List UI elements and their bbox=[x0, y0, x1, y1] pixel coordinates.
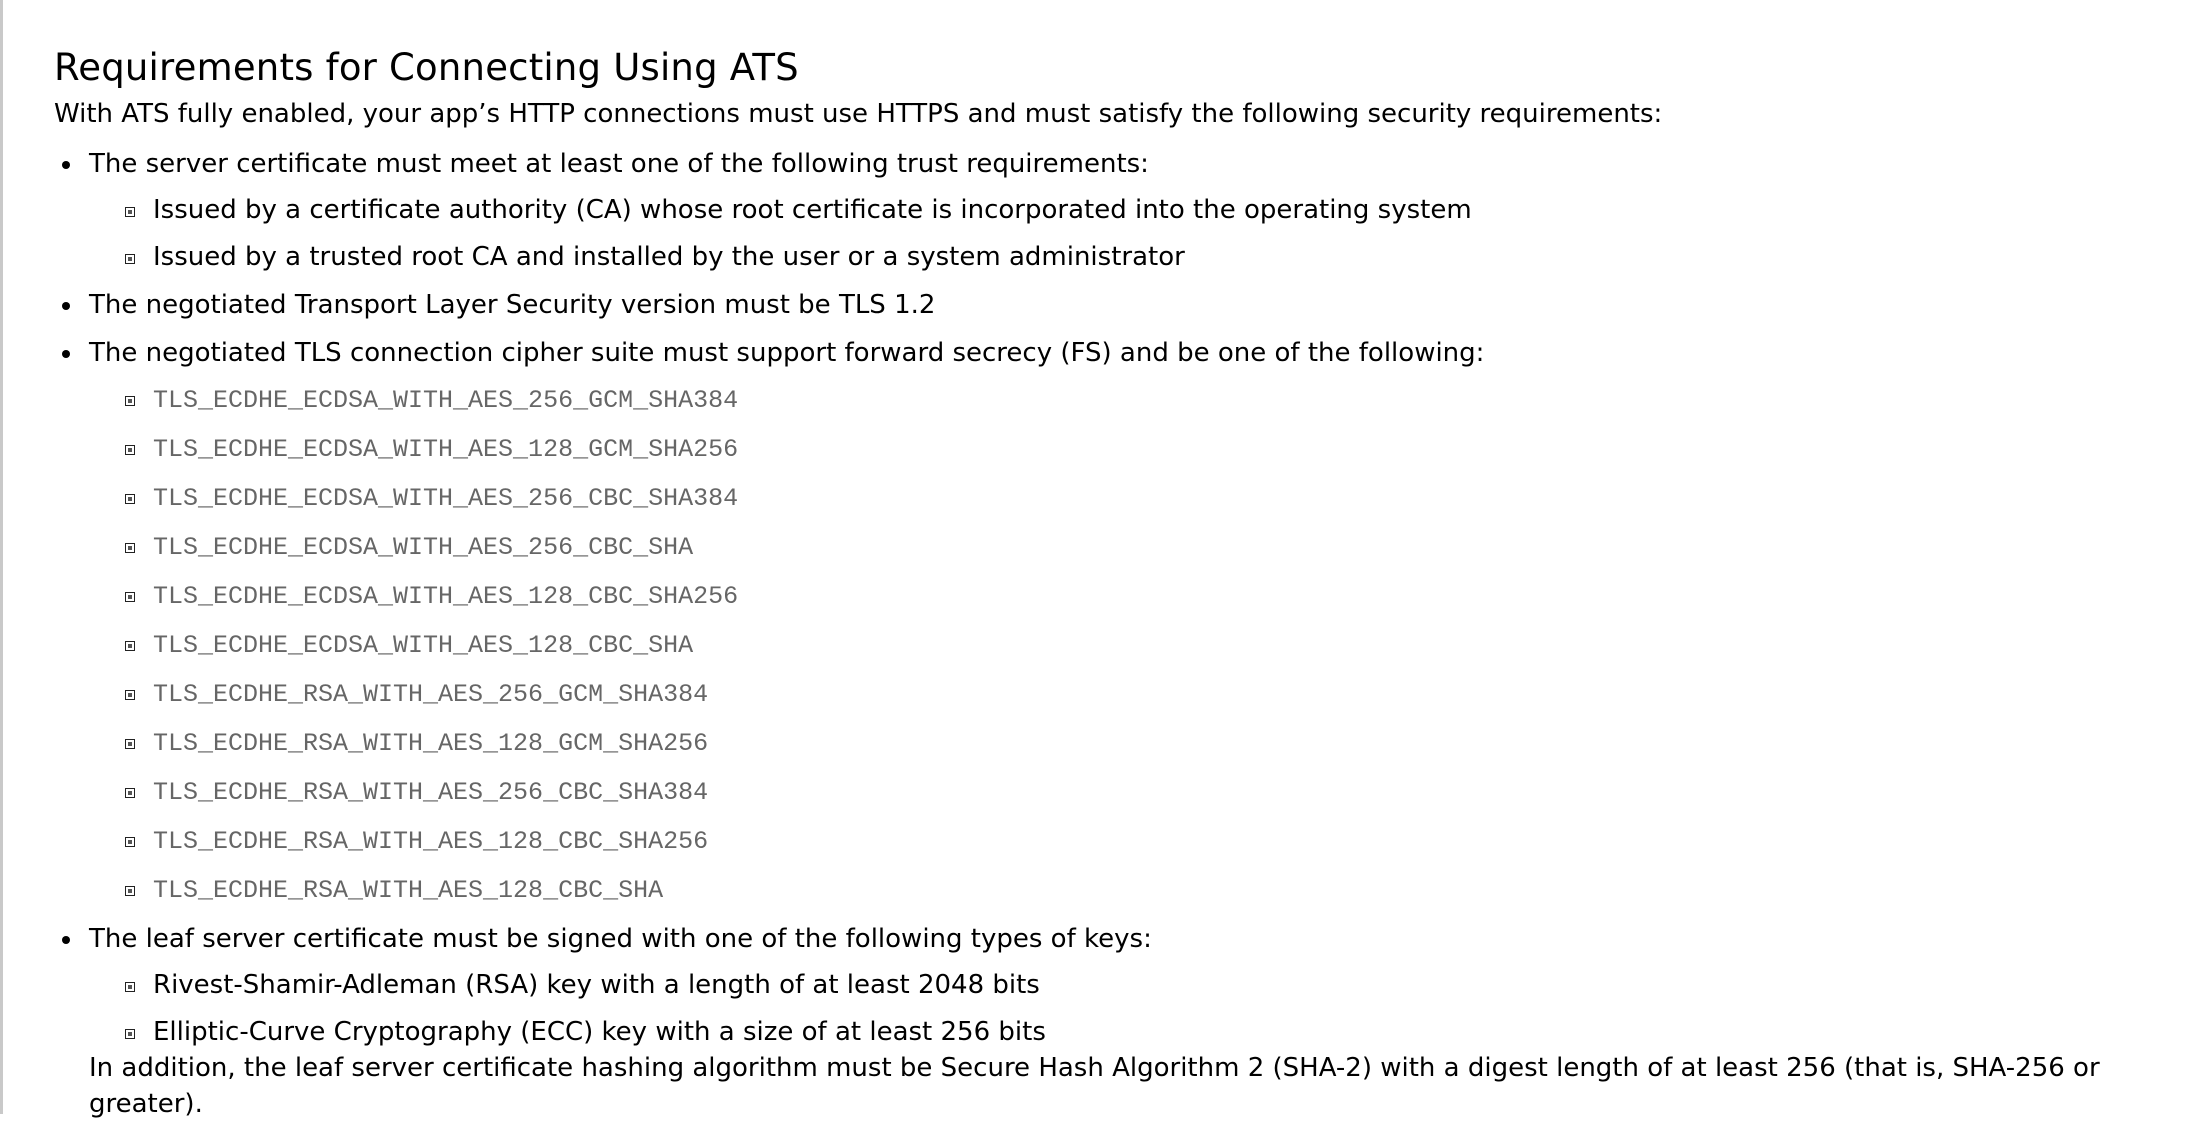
requirement-text: The negotiated TLS connection cipher sui… bbox=[89, 338, 1485, 368]
requirement-cipher-suite: The negotiated TLS connection cipher sui… bbox=[54, 335, 2174, 909]
requirement-text: The negotiated Transport Layer Security … bbox=[89, 290, 936, 320]
list-item-text: Rivest-Shamir-Adleman (RSA) key with a l… bbox=[153, 970, 1040, 1000]
square-bullet-icon bbox=[125, 788, 135, 798]
key-types-list: Rivest-Shamir-Adleman (RSA) key with a l… bbox=[89, 967, 2174, 1050]
requirement-trust: The server certificate must meet at leas… bbox=[54, 146, 2174, 275]
bullet-icon bbox=[62, 302, 70, 310]
cipher-suite-name: TLS_ECDHE_ECDSA_WITH_AES_256_CBC_SHA384 bbox=[153, 484, 739, 513]
cipher-suite-item: TLS_ECDHE_ECDSA_WITH_AES_256_CBC_SHA bbox=[89, 528, 2174, 566]
square-bullet-icon bbox=[125, 445, 135, 455]
square-bullet-icon bbox=[125, 1029, 135, 1039]
square-bullet-icon bbox=[125, 690, 135, 700]
cipher-suite-item: TLS_ECDHE_ECDSA_WITH_AES_128_CBC_SHA bbox=[89, 626, 2174, 664]
cipher-suite-item: TLS_ECDHE_ECDSA_WITH_AES_128_GCM_SHA256 bbox=[89, 430, 2174, 468]
list-item: Rivest-Shamir-Adleman (RSA) key with a l… bbox=[89, 967, 2174, 1003]
cipher-suite-item: TLS_ECDHE_RSA_WITH_AES_256_GCM_SHA384 bbox=[89, 675, 2174, 713]
requirement-tls-version: The negotiated Transport Layer Security … bbox=[54, 287, 2174, 323]
requirements-list: The server certificate must meet at leas… bbox=[54, 146, 2174, 1122]
cipher-suite-name: TLS_ECDHE_ECDSA_WITH_AES_256_GCM_SHA384 bbox=[153, 386, 739, 415]
hash-algorithm-note: In addition, the leaf server certificate… bbox=[89, 1053, 2100, 1119]
cipher-suite-name: TLS_ECDHE_RSA_WITH_AES_256_CBC_SHA384 bbox=[153, 778, 709, 807]
square-bullet-icon bbox=[125, 254, 135, 264]
cipher-suite-item: TLS_ECDHE_ECDSA_WITH_AES_256_CBC_SHA384 bbox=[89, 479, 2174, 517]
cipher-suite-item: TLS_ECDHE_RSA_WITH_AES_128_GCM_SHA256 bbox=[89, 724, 2174, 762]
cipher-suite-item: TLS_ECDHE_ECDSA_WITH_AES_128_CBC_SHA256 bbox=[89, 577, 2174, 615]
cipher-suite-name: TLS_ECDHE_ECDSA_WITH_AES_128_CBC_SHA bbox=[153, 631, 694, 660]
cipher-suite-name: TLS_ECDHE_RSA_WITH_AES_128_CBC_SHA bbox=[153, 876, 664, 905]
cipher-suite-name: TLS_ECDHE_RSA_WITH_AES_128_CBC_SHA256 bbox=[153, 827, 709, 856]
cipher-suite-item: TLS_ECDHE_ECDSA_WITH_AES_256_GCM_SHA384 bbox=[89, 381, 2174, 419]
cipher-suite-item: TLS_ECDHE_RSA_WITH_AES_128_CBC_SHA bbox=[89, 871, 2174, 909]
square-bullet-icon bbox=[125, 207, 135, 217]
cipher-suite-list: TLS_ECDHE_ECDSA_WITH_AES_256_GCM_SHA384 … bbox=[89, 381, 2174, 909]
square-bullet-icon bbox=[125, 886, 135, 896]
left-border bbox=[0, 0, 3, 1114]
square-bullet-icon bbox=[125, 592, 135, 602]
requirement-text: The server certificate must meet at leas… bbox=[89, 149, 1149, 179]
list-item-text: Elliptic-Curve Cryptography (ECC) key wi… bbox=[153, 1017, 1046, 1047]
intro-paragraph: With ATS fully enabled, your app’s HTTP … bbox=[54, 99, 1663, 129]
list-item-text: Issued by a trusted root CA and installe… bbox=[153, 242, 1185, 272]
square-bullet-icon bbox=[125, 543, 135, 553]
cipher-suite-item: TLS_ECDHE_RSA_WITH_AES_256_CBC_SHA384 bbox=[89, 773, 2174, 811]
cipher-suite-name: TLS_ECDHE_ECDSA_WITH_AES_256_CBC_SHA bbox=[153, 533, 694, 562]
square-bullet-icon bbox=[125, 396, 135, 406]
bullet-icon bbox=[62, 350, 70, 358]
square-bullet-icon bbox=[125, 982, 135, 992]
document-content: Requirements for Connecting Using ATS Wi… bbox=[54, 40, 2174, 1122]
requirement-key-types: The leaf server certificate must be sign… bbox=[54, 921, 2174, 1122]
bullet-icon bbox=[62, 161, 70, 169]
list-item: Elliptic-Curve Cryptography (ECC) key wi… bbox=[89, 1014, 2174, 1050]
cipher-suite-name: TLS_ECDHE_ECDSA_WITH_AES_128_GCM_SHA256 bbox=[153, 435, 739, 464]
cipher-suite-name: TLS_ECDHE_ECDSA_WITH_AES_128_CBC_SHA256 bbox=[153, 582, 739, 611]
square-bullet-icon bbox=[125, 494, 135, 504]
bullet-icon bbox=[62, 936, 70, 944]
cipher-suite-item: TLS_ECDHE_RSA_WITH_AES_128_CBC_SHA256 bbox=[89, 822, 2174, 860]
requirement-text: The leaf server certificate must be sign… bbox=[89, 924, 1152, 954]
square-bullet-icon bbox=[125, 641, 135, 651]
list-item: Issued by a trusted root CA and installe… bbox=[89, 239, 2174, 275]
cipher-suite-name: TLS_ECDHE_RSA_WITH_AES_256_GCM_SHA384 bbox=[153, 680, 709, 709]
page-title: Requirements for Connecting Using ATS bbox=[54, 46, 799, 89]
list-item-text: Issued by a certificate authority (CA) w… bbox=[153, 195, 1472, 225]
trust-options-list: Issued by a certificate authority (CA) w… bbox=[89, 192, 2174, 275]
cipher-suite-name: TLS_ECDHE_RSA_WITH_AES_128_GCM_SHA256 bbox=[153, 729, 709, 758]
square-bullet-icon bbox=[125, 837, 135, 847]
square-bullet-icon bbox=[125, 739, 135, 749]
list-item: Issued by a certificate authority (CA) w… bbox=[89, 192, 2174, 228]
